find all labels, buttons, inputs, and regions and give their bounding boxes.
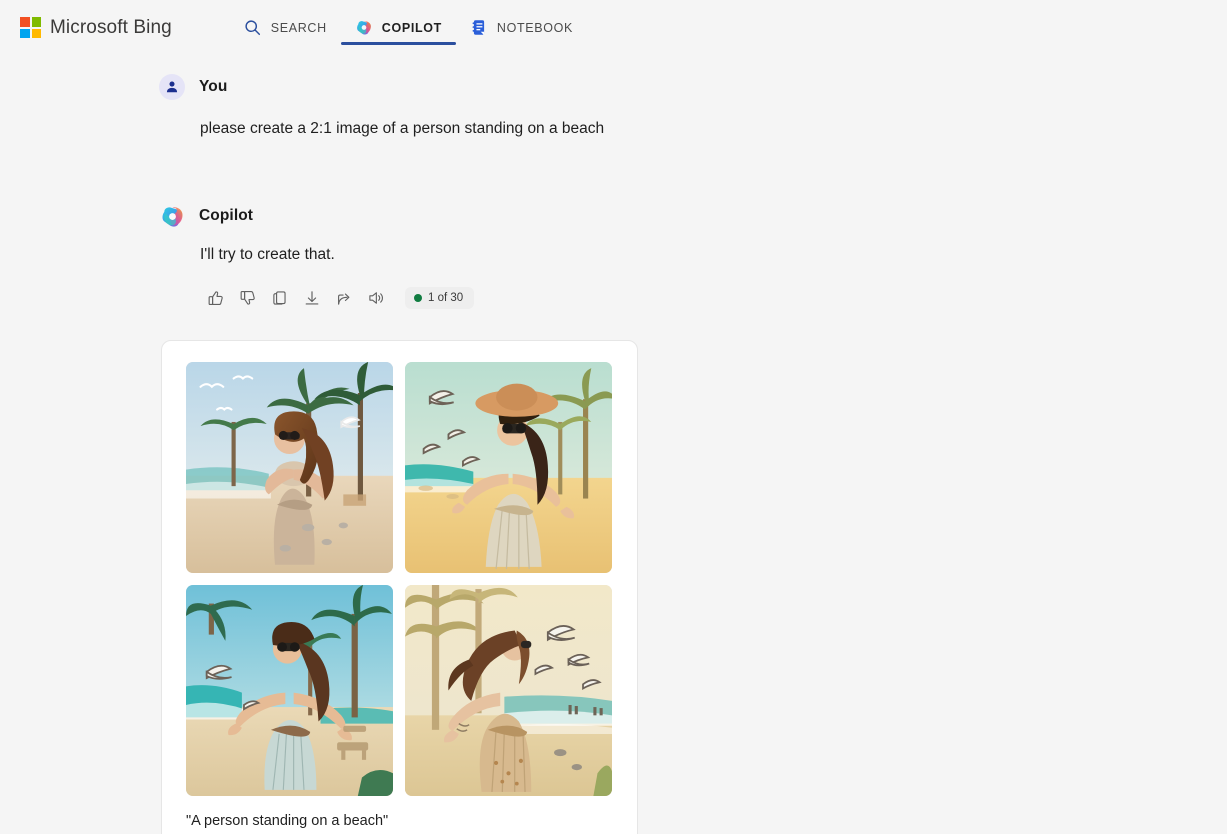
thumbs-down-icon[interactable] [232, 283, 264, 313]
message-assistant: Copilot I'll try to create that. 1 of 30… [159, 202, 1227, 834]
chat-thread: You please create a 2:1 image of a perso… [0, 55, 1227, 834]
microsoft-logo-icon [20, 17, 41, 38]
user-author-name: You [199, 78, 228, 95]
copilot-icon [161, 207, 183, 227]
image-results-card: "A person standing on a beach" Designer … [161, 339, 638, 834]
generation-counter-badge[interactable]: 1 of 30 [405, 286, 475, 309]
message-user-header: You [159, 73, 1227, 101]
download-icon[interactable] [296, 283, 328, 313]
logo-square-yellow [31, 28, 41, 38]
speaker-icon[interactable] [360, 283, 392, 313]
notebook-icon [470, 19, 488, 37]
logo-square-green [31, 17, 41, 27]
generated-image-4[interactable] [405, 584, 612, 796]
copilot-icon [355, 19, 373, 37]
search-icon [244, 19, 262, 37]
thumbs-up-icon[interactable] [200, 283, 232, 313]
message-action-bar: 1 of 30 [159, 283, 1227, 313]
copilot-avatar [159, 203, 185, 229]
main-nav: SEARCH COPILOT NOTEBOOK [230, 0, 587, 55]
logo-square-red [20, 17, 30, 27]
image-caption: "A person standing on a beach" [186, 812, 389, 829]
tab-notebook-label: NOTEBOOK [496, 20, 573, 35]
bing-brand[interactable]: Microsoft Bing [20, 17, 172, 39]
tab-search[interactable]: SEARCH [230, 0, 341, 55]
generated-image-3[interactable] [186, 584, 393, 796]
generated-image-1[interactable] [186, 361, 393, 573]
message-user: You please create a 2:1 image of a perso… [159, 73, 1227, 140]
user-message-text: please create a 2:1 image of a person st… [200, 120, 605, 137]
generation-counter-text: 1 of 30 [428, 291, 464, 304]
share-icon[interactable] [328, 283, 360, 313]
tab-copilot-label: COPILOT [381, 20, 442, 35]
brand-name: Microsoft Bing [50, 16, 172, 38]
assistant-message-text: I'll try to create that. [200, 246, 335, 264]
tab-search-label: SEARCH [270, 20, 327, 35]
copy-icon[interactable] [264, 283, 296, 313]
generated-image-2[interactable] [405, 361, 612, 573]
person-icon [166, 81, 178, 93]
assistant-author-name: Copilot [199, 207, 254, 225]
app-header: Microsoft Bing SEARCH COPILOT NOTEBOOK [0, 0, 1227, 55]
logo-square-blue [20, 28, 30, 38]
tab-copilot[interactable]: COPILOT [340, 0, 456, 55]
user-avatar [159, 74, 185, 100]
tab-notebook[interactable]: NOTEBOOK [456, 0, 587, 55]
status-dot-icon [414, 293, 422, 302]
message-assistant-header: Copilot [159, 202, 1227, 230]
image-grid [186, 361, 613, 796]
